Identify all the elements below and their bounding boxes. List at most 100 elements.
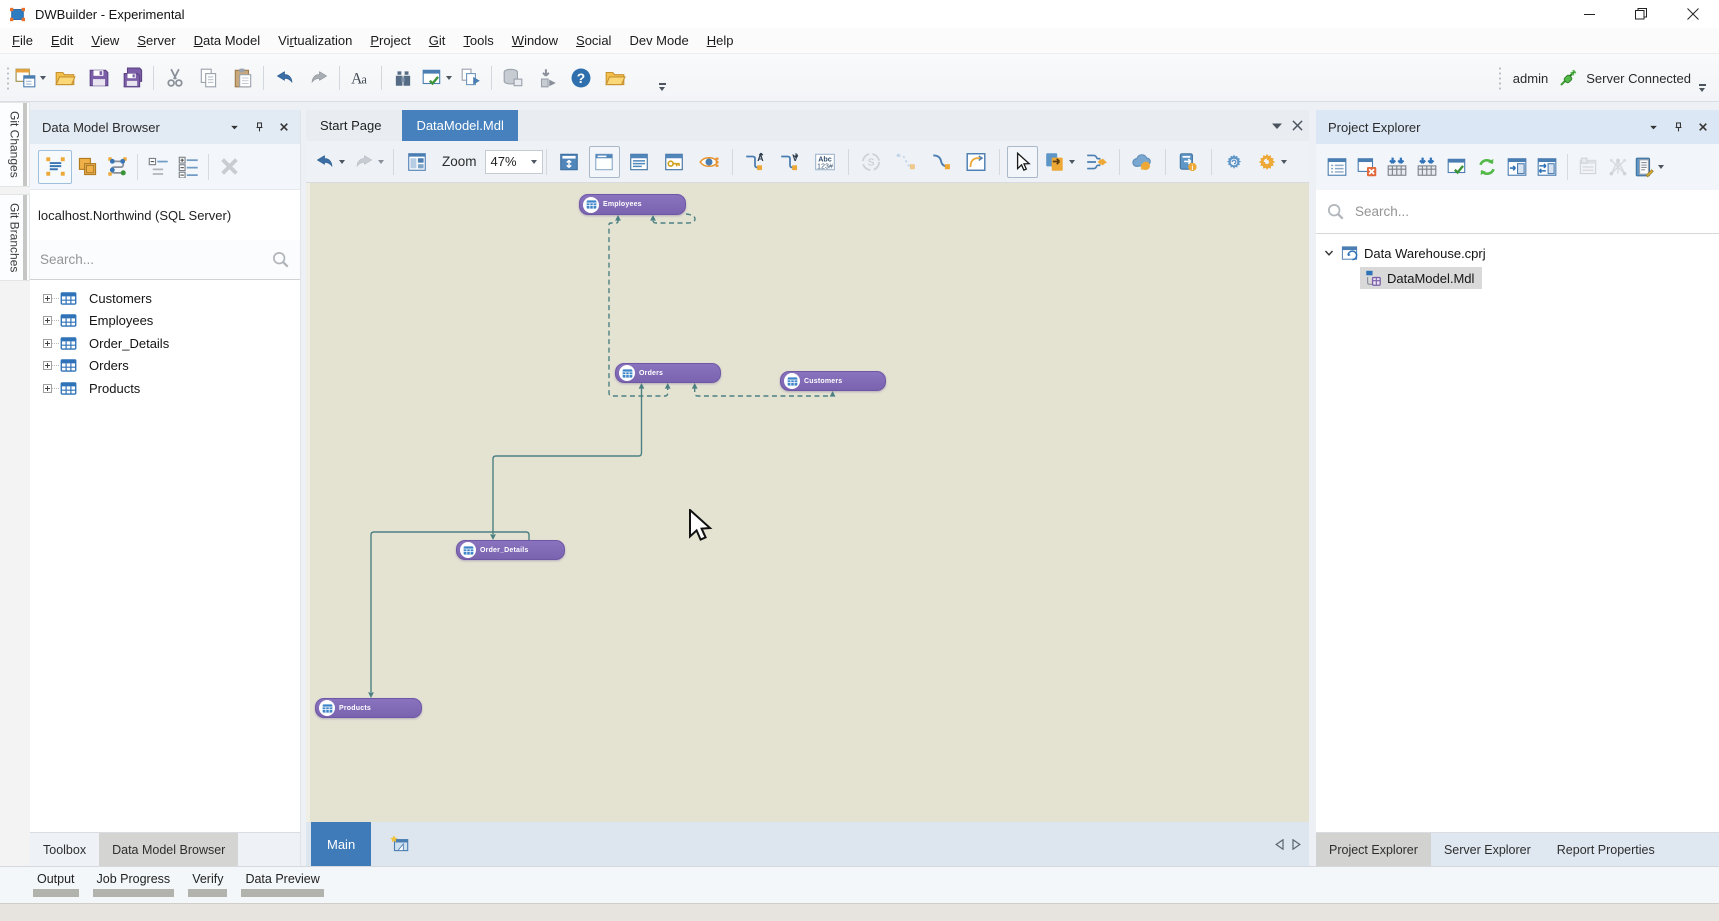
entity-customers[interactable]: Customers <box>780 371 886 391</box>
dock-left-button[interactable] <box>1502 151 1532 183</box>
minimize-button[interactable] <box>1563 0 1615 28</box>
menu-social[interactable]: Social <box>567 28 620 54</box>
redo-button[interactable] <box>351 146 386 178</box>
close-icon[interactable] <box>1695 119 1711 135</box>
entity-order_details[interactable]: Order_Details <box>456 540 565 560</box>
entity-products[interactable]: Products <box>315 698 422 718</box>
redo-button[interactable] <box>303 62 334 94</box>
expand-icon[interactable] <box>43 339 52 348</box>
paste-button[interactable] <box>227 62 258 94</box>
display-keys-button[interactable] <box>659 146 690 178</box>
table-tree-item[interactable]: Order_Details <box>30 332 300 355</box>
pin-icon[interactable] <box>1670 119 1686 135</box>
display-collapsed-button[interactable] <box>554 146 585 178</box>
table-tree-item[interactable]: Customers <box>30 287 300 310</box>
save-button[interactable] <box>83 62 114 94</box>
output-tab-output[interactable]: Output <box>33 867 79 897</box>
dock-both-button[interactable] <box>1532 151 1562 183</box>
close-icon[interactable] <box>276 119 292 135</box>
close-button[interactable] <box>1667 0 1719 28</box>
pin-icon[interactable] <box>251 119 267 135</box>
settings-sync-button[interactable] <box>1219 146 1250 178</box>
database-history-button[interactable] <box>497 62 528 94</box>
font-button[interactable] <box>345 62 376 94</box>
open-project-folder-button[interactable] <box>599 62 630 94</box>
remove-button[interactable] <box>1352 151 1382 183</box>
help-button[interactable] <box>565 62 596 94</box>
route-boxed-button[interactable] <box>961 146 992 178</box>
pointer-button[interactable] <box>1007 146 1038 178</box>
menu-view[interactable]: View <box>82 28 128 54</box>
subject-areas-button[interactable] <box>72 151 102 183</box>
model-overview-button[interactable] <box>38 150 72 184</box>
tree-item-project[interactable]: Data Warehouse.cprj <box>1316 242 1719 264</box>
toolbar-overflow-button[interactable] <box>655 77 669 97</box>
output-tab-verify[interactable]: Verify <box>188 867 227 897</box>
sort-ascending-button[interactable] <box>740 146 771 178</box>
diagram-canvas[interactable]: Employees Orders Customers Order_Details Pro… <box>306 183 1309 822</box>
output-tab-data-preview[interactable]: Data Preview <box>241 867 323 897</box>
expand-icon[interactable] <box>43 316 52 325</box>
lineage-button[interactable] <box>1603 151 1633 183</box>
relationships-button[interactable] <box>102 151 132 183</box>
entity-employees[interactable]: Employees <box>579 194 686 215</box>
merge-model-button[interactable] <box>1081 146 1112 178</box>
table-search-box[interactable]: Search... <box>30 240 300 280</box>
status-overflow-button[interactable] <box>1695 78 1709 98</box>
undo-button[interactable] <box>312 146 347 178</box>
output-tab-job-progress[interactable]: Job Progress <box>93 867 175 897</box>
maximize-button[interactable] <box>1615 0 1667 28</box>
auto-size-button[interactable] <box>856 146 887 178</box>
relationship-orderdetails-orders[interactable] <box>493 387 642 534</box>
new-diagram-icon[interactable] <box>389 822 411 866</box>
diagram-layout-button[interactable] <box>401 146 432 178</box>
tab-list-icon[interactable] <box>1272 122 1282 130</box>
add-views-button[interactable] <box>1412 151 1442 183</box>
document-tab-start-page[interactable]: Start Page <box>306 110 395 141</box>
project-search-box[interactable]: Search... <box>1316 190 1719 234</box>
collapse-list-button[interactable] <box>143 151 173 183</box>
display-header-button[interactable] <box>589 146 620 178</box>
menu-help[interactable]: Help <box>698 28 743 54</box>
display-attributes-button[interactable] <box>624 146 655 178</box>
route-curved-button[interactable] <box>926 146 957 178</box>
menu-dev-mode[interactable]: Dev Mode <box>620 28 697 54</box>
expand-icon[interactable] <box>43 361 52 370</box>
scroll-left-icon[interactable] <box>1275 839 1284 850</box>
undo-button[interactable] <box>269 62 300 94</box>
scroll-right-icon[interactable] <box>1292 839 1301 850</box>
open-button[interactable] <box>49 62 80 94</box>
menu-data-model[interactable]: Data Model <box>185 28 269 54</box>
panel-tab-project-explorer[interactable]: Project Explorer <box>1316 833 1431 866</box>
panel-tab-server-explorer[interactable]: Server Explorer <box>1431 833 1544 866</box>
deploy-cloud-button[interactable] <box>1127 146 1158 178</box>
expander-icon[interactable] <box>1324 248 1334 258</box>
expand-list-button[interactable] <box>173 151 203 183</box>
save-all-button[interactable] <box>117 62 148 94</box>
menu-server[interactable]: Server <box>128 28 184 54</box>
database-info-button[interactable] <box>1173 146 1204 178</box>
properties-button[interactable] <box>1322 151 1352 183</box>
forward-engineer-button[interactable] <box>1042 146 1077 178</box>
add-tables-button[interactable] <box>1382 151 1412 183</box>
side-tab-git-branches[interactable]: Git Branches <box>0 194 30 281</box>
settings-button[interactable] <box>1254 146 1289 178</box>
panel-menu-icon[interactable] <box>226 119 242 135</box>
entity-orders[interactable]: Orders <box>615 363 721 383</box>
menu-window[interactable]: Window <box>503 28 567 54</box>
document-tab-datamodel-mdl[interactable]: DataModel.Mdl <box>402 110 517 141</box>
menu-file[interactable]: File <box>3 28 42 54</box>
database-import-button[interactable] <box>531 62 562 94</box>
panel-menu-icon[interactable] <box>1645 119 1661 135</box>
menu-tools[interactable]: Tools <box>454 28 502 54</box>
table-tree-item[interactable]: Orders <box>30 355 300 378</box>
panel-tab-toolbox[interactable]: Toolbox <box>30 833 99 866</box>
panel-tab-data-model-browser[interactable]: Data Model Browser <box>99 833 238 866</box>
menu-virtualization[interactable]: Virtualization <box>269 28 361 54</box>
validate-project-button[interactable] <box>1442 151 1472 183</box>
find-button[interactable] <box>387 62 418 94</box>
close-document-icon[interactable] <box>1292 120 1303 131</box>
expand-icon[interactable] <box>43 294 52 303</box>
display-options-button[interactable] <box>694 146 725 178</box>
sort-descending-button[interactable] <box>775 146 806 178</box>
